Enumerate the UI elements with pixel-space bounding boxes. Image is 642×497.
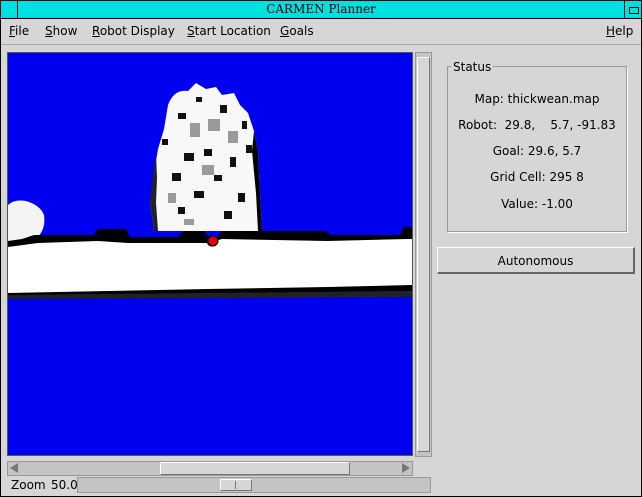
map-canvas[interactable]	[7, 52, 413, 456]
planner-window: CARMEN Planner File Show Robot Display S…	[0, 0, 642, 497]
window-title: CARMEN Planner	[266, 2, 376, 16]
menu-file[interactable]: File	[9, 24, 29, 38]
status-value: Value: -1.00	[501, 197, 573, 211]
vertical-scroll-thumb[interactable]	[417, 57, 430, 452]
horizontal-scroll-thumb[interactable]	[160, 462, 350, 475]
menu-robot-display[interactable]: Robot Display	[92, 24, 175, 38]
status-map: Map: thickwean.map	[474, 92, 600, 106]
menu-show[interactable]: Show	[45, 24, 77, 38]
status-grid-cell: Grid Cell: 295 8	[490, 170, 584, 184]
status-goal: Goal: 29.6, 5.7	[492, 144, 582, 158]
status-robot: Robot: 29.8, 5.7, -91.83	[458, 118, 616, 132]
vertical-scrollbar[interactable]	[415, 52, 432, 457]
zoom-value: 50.0	[51, 478, 78, 492]
menu-help[interactable]: Help	[606, 24, 633, 38]
robot-marker[interactable]	[207, 235, 219, 247]
zoom-slider-thumb[interactable]	[220, 479, 252, 491]
zoom-slider[interactable]	[77, 477, 431, 493]
scroll-left-arrow-icon[interactable]	[10, 463, 18, 473]
window-menu-button[interactable]	[1, 1, 18, 18]
corridor-free-space	[8, 239, 412, 293]
horizontal-scrollbar[interactable]	[7, 461, 413, 476]
status-legend: Status	[451, 60, 494, 74]
title-bar[interactable]: CARMEN Planner	[1, 1, 641, 19]
scroll-right-arrow-icon[interactable]	[402, 463, 410, 473]
menu-goals[interactable]: Goals	[280, 24, 314, 38]
menu-bar: File Show Robot Display Start Location G…	[1, 19, 641, 45]
occupancy-map	[8, 53, 412, 455]
menu-start-location[interactable]: Start Location	[187, 24, 271, 38]
autonomous-button[interactable]: Autonomous	[437, 247, 635, 274]
zoom-label: Zoom	[11, 478, 46, 492]
maximize-button[interactable]	[624, 1, 641, 18]
